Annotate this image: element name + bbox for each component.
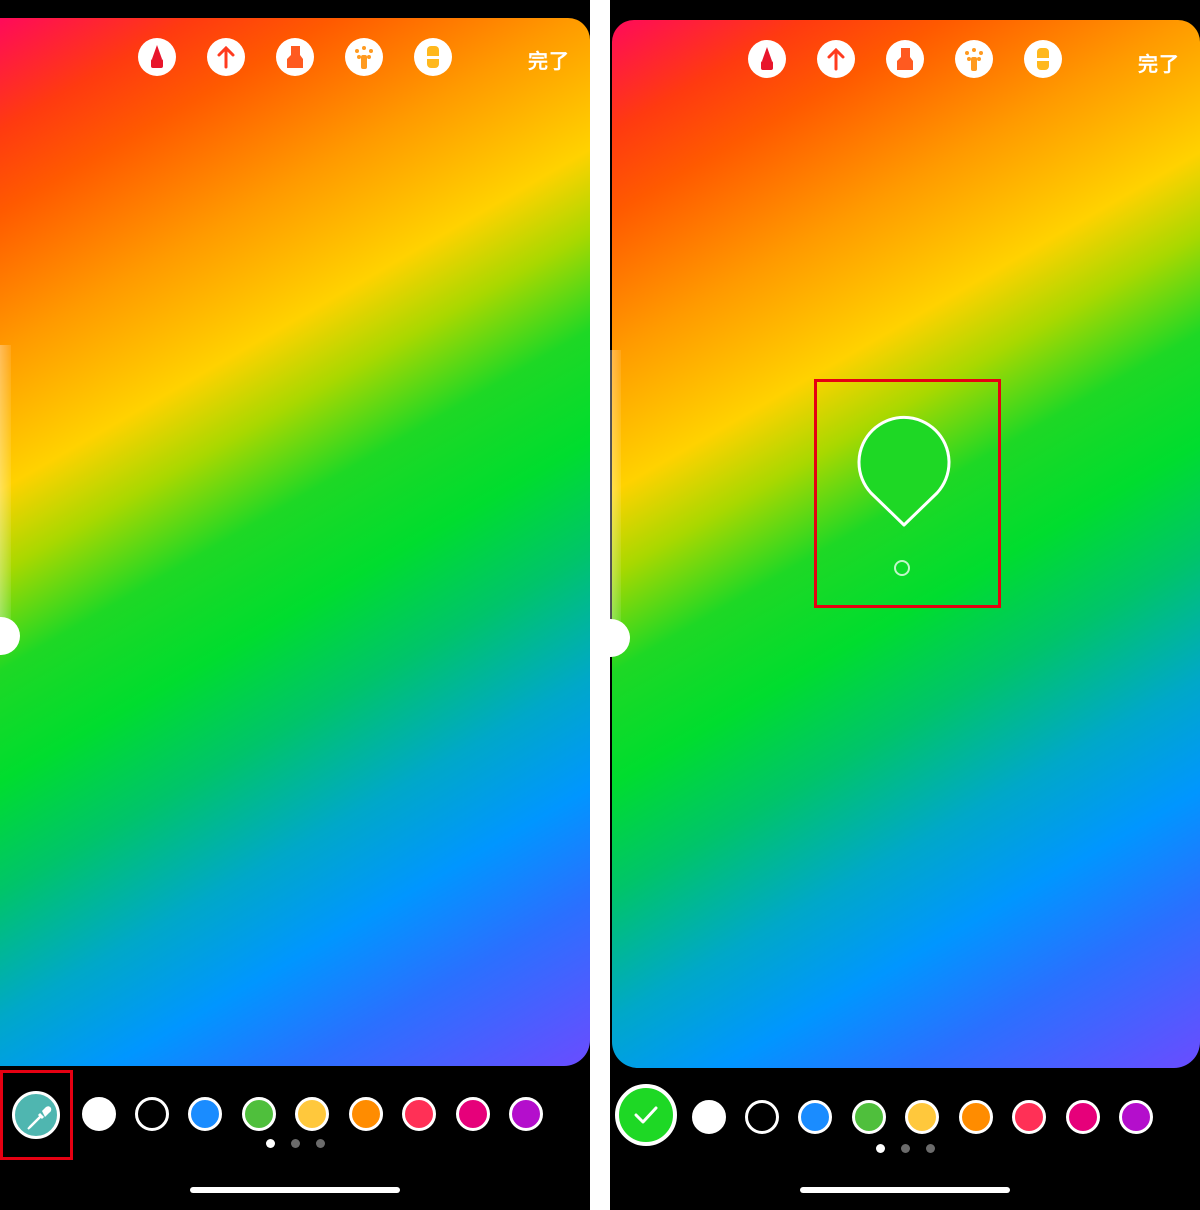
- color-swatch-purple[interactable]: [509, 1097, 543, 1131]
- page-dot: [876, 1144, 885, 1153]
- color-swatch-blue[interactable]: [188, 1097, 222, 1131]
- home-indicator: [800, 1187, 1010, 1193]
- page-dot: [266, 1139, 275, 1148]
- arrow-pen-icon[interactable]: [207, 38, 245, 76]
- color-swatch-black[interactable]: [135, 1097, 169, 1131]
- highlighter-icon[interactable]: [276, 38, 314, 76]
- color-swatch-blue[interactable]: [798, 1100, 832, 1134]
- palette-page-indicator: [266, 1139, 326, 1149]
- color-swatch-orange[interactable]: [959, 1100, 993, 1134]
- color-swatch-orange[interactable]: [349, 1097, 383, 1131]
- done-button[interactable]: 完了: [1138, 48, 1180, 77]
- color-swatch-red[interactable]: [1012, 1100, 1046, 1134]
- color-swatch-green[interactable]: [852, 1100, 886, 1134]
- color-swatch-white[interactable]: [692, 1100, 726, 1134]
- checkmark-icon[interactable]: [615, 1084, 677, 1146]
- color-swatch-magenta[interactable]: [456, 1097, 490, 1131]
- color-swatch-red[interactable]: [402, 1097, 436, 1131]
- eraser-icon[interactable]: [1024, 40, 1062, 78]
- marker-pen-icon[interactable]: [138, 38, 176, 76]
- page-dot: [901, 1144, 910, 1153]
- drawing-canvas[interactable]: [0, 18, 590, 1066]
- color-swatch-black[interactable]: [745, 1100, 779, 1134]
- color-swatch-white[interactable]: [82, 1097, 116, 1131]
- neon-pen-icon[interactable]: [345, 38, 383, 76]
- eyedropper-highlight-frame: [0, 1070, 73, 1160]
- color-swatch-green[interactable]: [242, 1097, 276, 1131]
- color-swatch-purple[interactable]: [1119, 1100, 1153, 1134]
- done-button[interactable]: 完了: [528, 45, 570, 74]
- drawing-toolbar: [610, 40, 1200, 80]
- neon-pen-icon[interactable]: [955, 40, 993, 78]
- brush-size-slider-track: [610, 350, 621, 650]
- page-dot: [926, 1144, 935, 1153]
- page-dot: [316, 1139, 325, 1148]
- highlighter-icon[interactable]: [886, 40, 924, 78]
- loupe-highlight-frame: [814, 379, 1001, 608]
- drawing-toolbar: [0, 38, 590, 78]
- eraser-icon[interactable]: [414, 38, 452, 76]
- color-swatch-magenta[interactable]: [1066, 1100, 1100, 1134]
- home-indicator: [190, 1187, 400, 1193]
- palette-page-indicator: [876, 1144, 936, 1154]
- arrow-pen-icon[interactable]: [817, 40, 855, 78]
- marker-pen-icon[interactable]: [748, 40, 786, 78]
- color-swatch-yellow[interactable]: [295, 1097, 329, 1131]
- brush-size-slider-track: [0, 345, 11, 645]
- left-screen: 完了: [0, 0, 590, 1210]
- color-swatch-yellow[interactable]: [905, 1100, 939, 1134]
- right-screen: 完了: [610, 0, 1200, 1210]
- page-dot: [291, 1139, 300, 1148]
